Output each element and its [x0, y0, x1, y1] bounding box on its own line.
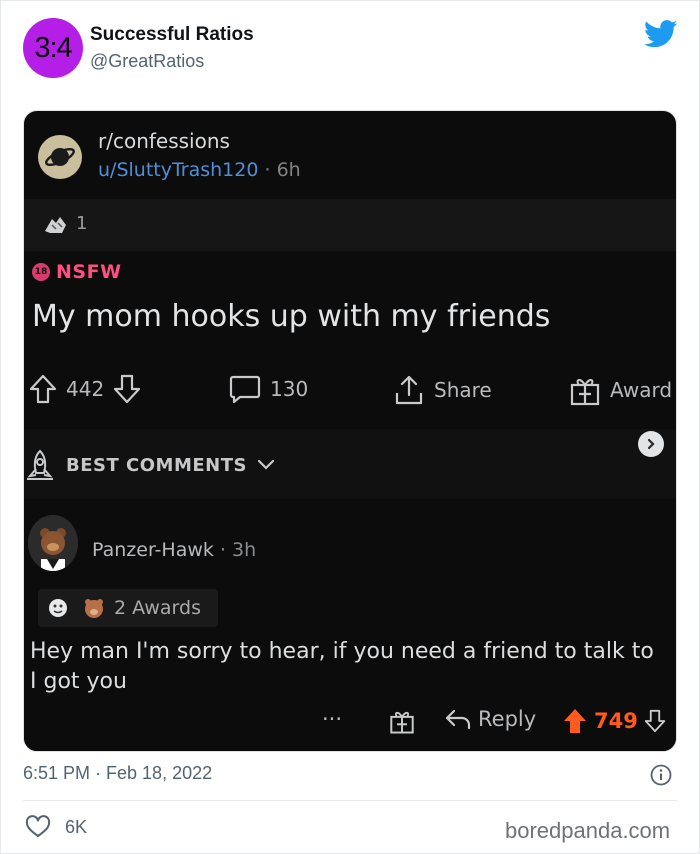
comments-button[interactable]: 130: [228, 373, 308, 405]
chevron-down-icon: [257, 459, 275, 470]
comment-age: 3h: [232, 539, 257, 561]
comment-author-line: Panzer-Hawk · 3h: [92, 539, 256, 561]
sort-selector[interactable]: BEST COMMENTS: [24, 449, 275, 481]
comment-avatar[interactable]: [28, 515, 78, 571]
more-label: ···: [322, 707, 343, 731]
upvote-icon[interactable]: [28, 373, 58, 405]
comment: Panzer-Hawk · 3h 2 Awards Hey man I'm so…: [24, 501, 676, 751]
comment-awards[interactable]: 2 Awards: [38, 589, 218, 627]
post-title[interactable]: My mom hooks up with my friends: [32, 299, 550, 334]
downvote-icon[interactable]: [112, 373, 142, 405]
award-bar: 1: [24, 199, 676, 251]
heart-icon: [25, 815, 51, 837]
comment-actions: ··· Reply 749: [24, 707, 676, 741]
award-hands-icon: [45, 217, 66, 233]
comment-text: Hey man I'm sorry to hear, if you need a…: [30, 637, 676, 697]
footer-divider: [23, 800, 677, 801]
share-label: Share: [434, 378, 492, 402]
downvote-icon[interactable]: [644, 707, 666, 735]
comment-text-line-2: I got you: [30, 669, 127, 694]
planet-icon: [45, 148, 75, 166]
comment-count: 130: [270, 377, 309, 401]
comment-text-line-1: Hey man I'm sorry to hear, if you need a…: [30, 639, 654, 664]
like-count: 6K: [65, 816, 88, 837]
like-button[interactable]: 6K: [25, 815, 87, 839]
comment-separator: ·: [219, 539, 226, 561]
meta-separator: ·: [264, 159, 271, 181]
avatar[interactable]: 3:4: [23, 18, 83, 78]
comment-bubble-icon: [229, 375, 261, 404]
nsfw-badge-icon: 18: [32, 263, 50, 281]
award-button[interactable]: Award: [568, 373, 672, 407]
reply-button[interactable]: Reply: [444, 707, 536, 731]
vote-group: 442: [28, 373, 142, 405]
post-actions: 442 130 Share Award: [24, 373, 676, 415]
comment-vote-group: 749: [562, 707, 666, 735]
avatar-text: 3:4: [34, 31, 72, 64]
subreddit-icon: [38, 135, 82, 179]
share-icon: [395, 375, 423, 405]
post-age: 6h: [276, 159, 301, 181]
embedded-screenshot: r/confessions u/SluttyTrash120 · 6h 1 18…: [23, 110, 677, 752]
upvote-filled-icon[interactable]: [562, 707, 588, 735]
upvote-count: 442: [66, 377, 105, 401]
nsfw-label: NSFW: [56, 261, 122, 283]
awards-label: 2 Awards: [114, 597, 201, 619]
reply-arrow-icon: [445, 709, 471, 730]
twitter-bird-icon[interactable]: [644, 20, 678, 48]
author-handle[interactable]: @GreatRatios: [90, 51, 204, 72]
share-button[interactable]: Share: [392, 373, 492, 407]
author-name[interactable]: Successful Ratios: [90, 24, 254, 46]
bear-avatar-icon: [28, 515, 78, 571]
award-label: Award: [610, 378, 673, 402]
tweet-timestamp[interactable]: 6:51 PM · Feb 18, 2022: [23, 763, 212, 784]
wholesome-award-icon: [49, 599, 67, 617]
comment-author[interactable]: Panzer-Hawk: [92, 539, 214, 561]
subreddit-name[interactable]: r/confessions: [98, 129, 230, 153]
watermark: boredpanda.com: [505, 818, 671, 843]
award-count: 1: [76, 213, 88, 234]
sort-label: BEST COMMENTS: [66, 454, 247, 476]
chevron-right-icon[interactable]: [638, 431, 664, 457]
comment-award-button[interactable]: [388, 707, 416, 735]
rocket-icon: [27, 449, 53, 480]
nsfw-tag: 18 NSFW: [32, 261, 122, 283]
comment-score: 749: [594, 709, 638, 733]
post-author[interactable]: u/SluttyTrash120: [98, 159, 258, 181]
bear-award-icon: [85, 599, 103, 618]
gift-icon: [390, 711, 414, 734]
info-icon[interactable]: [650, 764, 672, 786]
reply-label: Reply: [478, 707, 537, 731]
gift-icon: [570, 379, 600, 406]
more-options-button[interactable]: ···: [322, 707, 342, 731]
post-meta: u/SluttyTrash120 · 6h: [98, 159, 301, 181]
